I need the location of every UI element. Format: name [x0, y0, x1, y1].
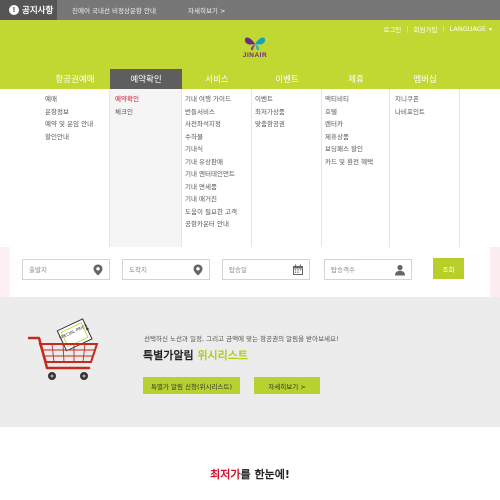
- mega-col-partnership: 액티비티 호텔 렌터카 제휴상품 보딩패스 할인 카드 및 환전 혜택: [322, 89, 390, 247]
- chevron-down-icon[interactable]: ▾: [489, 26, 492, 33]
- nav-reservation-check[interactable]: 예약확인: [110, 69, 182, 89]
- nav-service[interactable]: 서비스: [182, 69, 252, 89]
- header: 로그인 | 회원가입 | LANGUAGE ▾ JINAIR 항공권예매 예약확…: [0, 20, 500, 89]
- menu-item[interactable]: 번들서비스: [185, 106, 251, 119]
- menu-item[interactable]: 기내 면세품: [185, 181, 251, 194]
- passengers-field[interactable]: [324, 259, 412, 280]
- menu-item[interactable]: 수하물: [185, 131, 251, 144]
- menu-item[interactable]: 나비포인트: [395, 106, 459, 119]
- nav-membership[interactable]: 멤버십: [390, 69, 460, 89]
- wishlist-title-prefix: 특별가알림: [143, 349, 198, 362]
- wishlist-section: SPECIAL PRICE 선택하신 노선과 일정, 그리고 금액에 맞는 항공…: [0, 297, 500, 427]
- menu-item[interactable]: 렌터카: [325, 118, 389, 131]
- location-pin-icon: [193, 264, 203, 276]
- menu-item[interactable]: 기내 엔터테인먼트: [185, 168, 251, 181]
- menu-item[interactable]: 보딩패스 할인: [325, 143, 389, 156]
- wishlist-apply-button[interactable]: 특별가 알림 신청(위시리스트): [143, 377, 240, 394]
- menu-item[interactable]: 공항카운터 안내: [185, 218, 251, 231]
- shopping-cart-icon: SPECIAL PRICE: [27, 318, 99, 380]
- mega-col-service: 기내 여행 가이드 번들서비스 사전좌석지정 수하물 기내식 기내 유상판매 기…: [182, 89, 252, 247]
- menu-item[interactable]: 체크인: [115, 106, 181, 119]
- menu-item[interactable]: 맞춤항공권: [255, 118, 321, 131]
- menu-item[interactable]: 기내 여행 가이드: [185, 93, 251, 106]
- menu-item[interactable]: 기내 매거진: [185, 193, 251, 206]
- mega-col-reservation: 예약확인 체크인: [110, 89, 182, 247]
- signup-link[interactable]: 회원가입: [414, 24, 438, 34]
- menu-item[interactable]: 이벤트: [255, 93, 321, 106]
- notice-bar: ! 공지사항 진에어 국내선 비정상운항 안내 자세히보기 >: [0, 0, 500, 20]
- mega-col-booking: 예매 운항정보 예약 및 운임 안내 할인안내: [40, 89, 110, 247]
- menu-item[interactable]: 최저가상품: [255, 106, 321, 119]
- departure-field[interactable]: [22, 259, 110, 280]
- menu-item[interactable]: 지니쿠폰: [395, 93, 459, 106]
- main-nav: 항공권예매 예약확인 서비스 이벤트 제휴 멤버십: [0, 69, 500, 89]
- menu-item[interactable]: 카드 및 환전 혜택: [325, 156, 389, 169]
- wishlist-title-highlight: 위시리스트: [197, 349, 249, 362]
- util-divider: |: [442, 25, 445, 33]
- notice-more-link[interactable]: 자세히보기 >: [188, 5, 225, 15]
- location-pin-icon: [93, 264, 103, 276]
- notice-tab[interactable]: ! 공지사항: [0, 0, 57, 20]
- menu-item[interactable]: 도움이 필요한 고객: [185, 206, 251, 219]
- menu-item[interactable]: 호텔: [325, 106, 389, 119]
- wishlist-more-button[interactable]: 자세히보기 >: [254, 377, 320, 394]
- menu-item[interactable]: 예매: [45, 93, 109, 106]
- language-link[interactable]: LANGUAGE: [450, 25, 486, 33]
- util-divider: |: [406, 25, 409, 33]
- wishlist-title: 특별가알림 위시리스트: [143, 347, 248, 363]
- calendar-icon: [293, 264, 303, 275]
- notice-icon: !: [9, 5, 19, 15]
- person-icon: [395, 264, 405, 276]
- date-field[interactable]: [222, 259, 310, 280]
- nav-booking[interactable]: 항공권예매: [40, 69, 110, 89]
- wishlist-description: 선택하신 노선과 일정, 그리고 금액에 맞는 항공권의 알림을 받아보세요!: [144, 335, 339, 343]
- mega-col-event: 이벤트 최저가상품 맞춤항공권: [252, 89, 322, 247]
- butterfly-icon: [244, 37, 266, 51]
- logo-text: JINAIR: [242, 52, 268, 59]
- nav-event[interactable]: 이벤트: [252, 69, 322, 89]
- jinair-logo[interactable]: JINAIR: [240, 35, 270, 61]
- menu-item[interactable]: 운항정보: [45, 106, 109, 119]
- lowest-price-rest: 를 한눈에!: [240, 468, 290, 481]
- login-link[interactable]: 로그인: [383, 24, 401, 34]
- notice-message[interactable]: 진에어 국내선 비정상운항 안내: [72, 5, 156, 15]
- menu-item[interactable]: 사전좌석지정: [185, 118, 251, 131]
- menu-item[interactable]: 할인안내: [45, 131, 109, 144]
- menu-item[interactable]: 액티비티: [325, 93, 389, 106]
- lowest-price-highlight: 최저가: [210, 468, 241, 481]
- mega-col-membership: 지니쿠폰 나비포인트: [390, 89, 460, 247]
- lowest-price-heading: 최저가를 한눈에!: [0, 466, 500, 482]
- menu-item[interactable]: 기내 유상판매: [185, 156, 251, 169]
- nav-partnership[interactable]: 제휴: [322, 69, 390, 89]
- arrival-field[interactable]: [122, 259, 210, 280]
- menu-item[interactable]: 기내식: [185, 143, 251, 156]
- menu-item[interactable]: 예약 및 운임 안내: [45, 118, 109, 131]
- notice-title: 공지사항: [22, 6, 54, 16]
- search-button[interactable]: 조회: [433, 258, 464, 279]
- menu-item[interactable]: 제휴상품: [325, 131, 389, 144]
- menu-item[interactable]: 예약확인: [115, 93, 181, 106]
- utility-menu: 로그인 | 회원가입 | LANGUAGE ▾: [383, 24, 492, 34]
- mega-menu: 예매 운항정보 예약 및 운임 안내 할인안내 예약확인 체크인 기내 여행 가…: [40, 89, 460, 247]
